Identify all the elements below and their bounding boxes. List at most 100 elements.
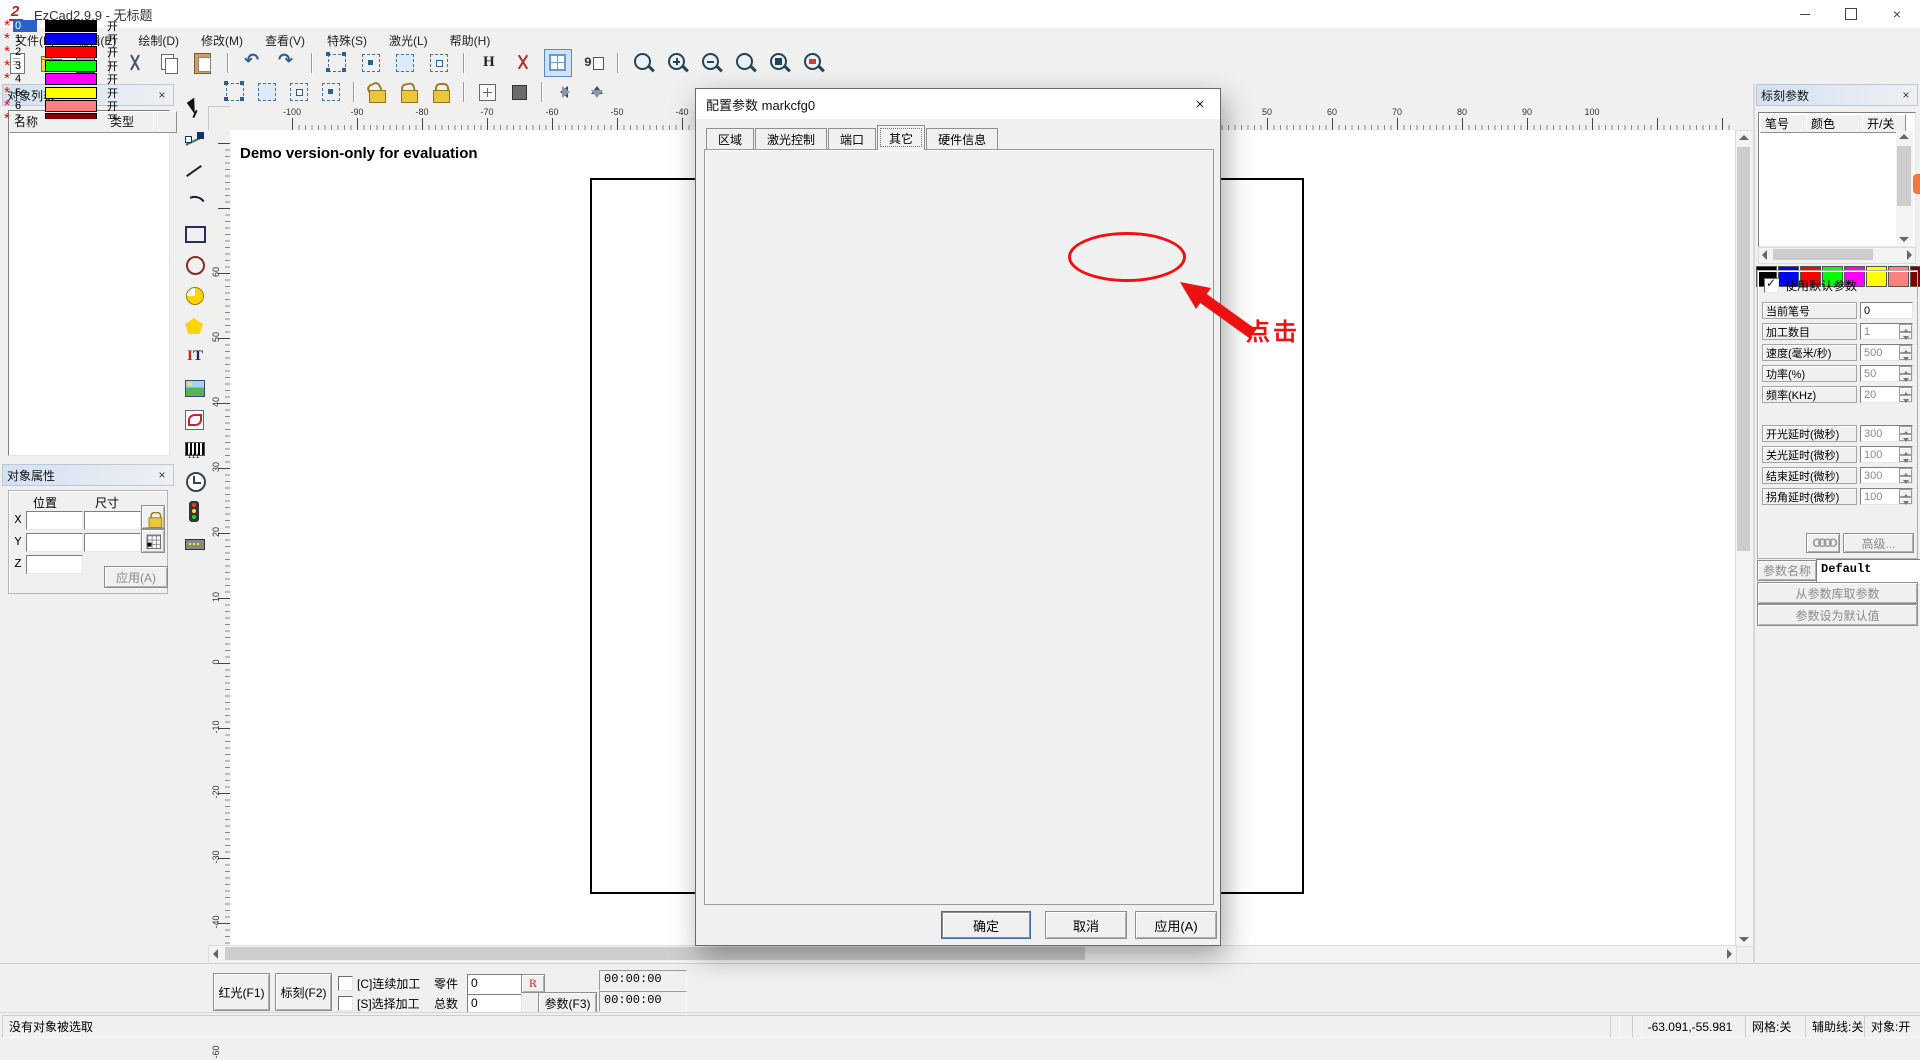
spin-up-icon[interactable]: [1899, 447, 1912, 455]
size-y-field[interactable]: [84, 533, 141, 552]
marquee-corners-icon[interactable]: [324, 50, 350, 76]
scroll-right-icon[interactable]: [1727, 949, 1732, 959]
param-field[interactable]: 300: [1860, 425, 1913, 442]
object-list[interactable]: 名称 类型: [8, 110, 170, 456]
spin-down-icon[interactable]: [1899, 476, 1912, 484]
hscroll-thumb[interactable]: [225, 947, 1085, 960]
pen-vscroll-thumb[interactable]: [1897, 146, 1911, 206]
trim-icon[interactable]: [510, 50, 536, 76]
pen-vscrollbar[interactable]: [1896, 131, 1913, 245]
spin-down-icon[interactable]: [1899, 374, 1912, 382]
reset-count-button[interactable]: R: [521, 974, 545, 993]
spin-up-icon[interactable]: [1899, 468, 1912, 476]
spin-up-icon[interactable]: [1899, 345, 1912, 353]
redo-icon[interactable]: [274, 50, 300, 76]
spinner[interactable]: [1899, 447, 1912, 462]
node-edit-icon[interactable]: [181, 127, 207, 153]
mirror-h-icon[interactable]: [552, 79, 578, 105]
pos-z-field[interactable]: [26, 555, 83, 574]
spin-up-icon[interactable]: [1899, 387, 1912, 395]
spinner[interactable]: [1899, 366, 1912, 381]
use-default-checkbox[interactable]: [1764, 278, 1779, 293]
curve-icon[interactable]: [181, 189, 207, 215]
apply-button[interactable]: 应用(A): [104, 566, 168, 588]
param-field[interactable]: 20: [1860, 386, 1913, 403]
maximize-button[interactable]: [1828, 0, 1874, 28]
vertical-scrollbar[interactable]: [1735, 130, 1754, 947]
dialog-tab[interactable]: 区域: [706, 128, 754, 150]
pos-y-field[interactable]: [26, 533, 83, 552]
red-light-f1-button[interactable]: 红光(F1): [213, 973, 270, 1011]
zoom-in-icon[interactable]: [664, 50, 690, 76]
spin-down-icon[interactable]: [1899, 434, 1912, 442]
hatch-icon[interactable]: [476, 50, 502, 76]
rings-button[interactable]: OOOO: [1806, 533, 1840, 553]
marquee-plain-icon[interactable]: [286, 79, 312, 105]
close-icon[interactable]: ×: [1899, 88, 1913, 102]
zoom-page-icon[interactable]: [800, 50, 826, 76]
dialog-tab[interactable]: 端口: [828, 128, 876, 150]
advanced-button[interactable]: 高级...: [1843, 533, 1914, 553]
set-default-button[interactable]: 参数设为默认值: [1757, 604, 1918, 626]
close-icon[interactable]: ×: [155, 88, 169, 102]
zoom-all-icon[interactable]: [766, 50, 792, 76]
dialog-tab[interactable]: 激光控制: [755, 128, 827, 150]
marquee-plain-icon[interactable]: [426, 50, 452, 76]
spin-up-icon[interactable]: [1899, 366, 1912, 374]
status-objects[interactable]: 对象:开: [1864, 1015, 1920, 1038]
spinner[interactable]: [1899, 426, 1912, 441]
param-field[interactable]: 500: [1860, 344, 1913, 361]
paste-icon[interactable]: [190, 50, 216, 76]
dialog-close-icon[interactable]: ×: [1180, 96, 1220, 113]
ok-button[interactable]: 确定: [941, 911, 1031, 939]
param-field[interactable]: 300: [1860, 467, 1913, 484]
spin-up-icon[interactable]: [1899, 489, 1912, 497]
scroll-up-icon[interactable]: [1899, 134, 1909, 139]
marquee-dot-icon[interactable]: [318, 79, 344, 105]
spin-down-icon[interactable]: [1899, 332, 1912, 340]
lock-mid-icon[interactable]: [396, 79, 422, 105]
lock-open-icon[interactable]: [364, 79, 390, 105]
marquee-dot-icon[interactable]: [358, 50, 384, 76]
bitmap-icon[interactable]: [181, 375, 207, 401]
scroll-down-icon[interactable]: [1899, 237, 1909, 242]
lock-icon[interactable]: [428, 79, 454, 105]
param-field[interactable]: 1: [1860, 323, 1913, 340]
rect-icon[interactable]: [181, 220, 207, 246]
signal-light-icon[interactable]: [181, 499, 207, 525]
spinner[interactable]: [1899, 489, 1912, 504]
cancel-button[interactable]: 取消: [1045, 911, 1127, 939]
pen-row[interactable]: * 7 开: [1, 113, 137, 119]
spinner[interactable]: [1899, 387, 1912, 402]
close-icon[interactable]: ×: [155, 468, 169, 482]
dialog-tab[interactable]: 硬件信息: [926, 128, 998, 150]
pie-icon[interactable]: [181, 282, 207, 308]
marquee-blue-icon[interactable]: [392, 50, 418, 76]
zoom-pan-icon[interactable]: [732, 50, 758, 76]
mark-f2-button[interactable]: 标刻(F2): [275, 973, 332, 1011]
spin-down-icon[interactable]: [1899, 497, 1912, 505]
scroll-left-icon[interactable]: [1762, 250, 1767, 260]
spinner[interactable]: [1899, 324, 1912, 339]
timer-icon[interactable]: [181, 468, 207, 494]
param-field[interactable]: 0: [1860, 302, 1913, 319]
zoom-window-icon[interactable]: [630, 50, 656, 76]
spinner[interactable]: [1899, 468, 1912, 483]
scroll-down-icon[interactable]: [1739, 937, 1749, 942]
scroll-up-icon[interactable]: [1739, 135, 1749, 140]
horizontal-scrollbar[interactable]: [208, 945, 1737, 964]
select-icon[interactable]: [181, 96, 207, 122]
mirror-v-icon[interactable]: [584, 79, 610, 105]
io-port-icon[interactable]: [181, 530, 207, 556]
close-button[interactable]: ×: [1874, 0, 1920, 28]
spinner[interactable]: [1899, 345, 1912, 360]
vertical-ruler[interactable]: 6050403020100-10-20-30-40-50-60: [208, 130, 231, 945]
spin-down-icon[interactable]: [1899, 455, 1912, 463]
param-name-button[interactable]: 参数名称: [1757, 560, 1817, 581]
scroll-right-icon[interactable]: [1907, 250, 1912, 260]
part-count-field[interactable]: 0: [467, 974, 522, 995]
marquee-corners-icon[interactable]: [222, 79, 248, 105]
marquee-blue-icon[interactable]: [254, 79, 280, 105]
dialog-tab[interactable]: 其它: [877, 125, 925, 150]
zoom-out-icon[interactable]: [698, 50, 724, 76]
